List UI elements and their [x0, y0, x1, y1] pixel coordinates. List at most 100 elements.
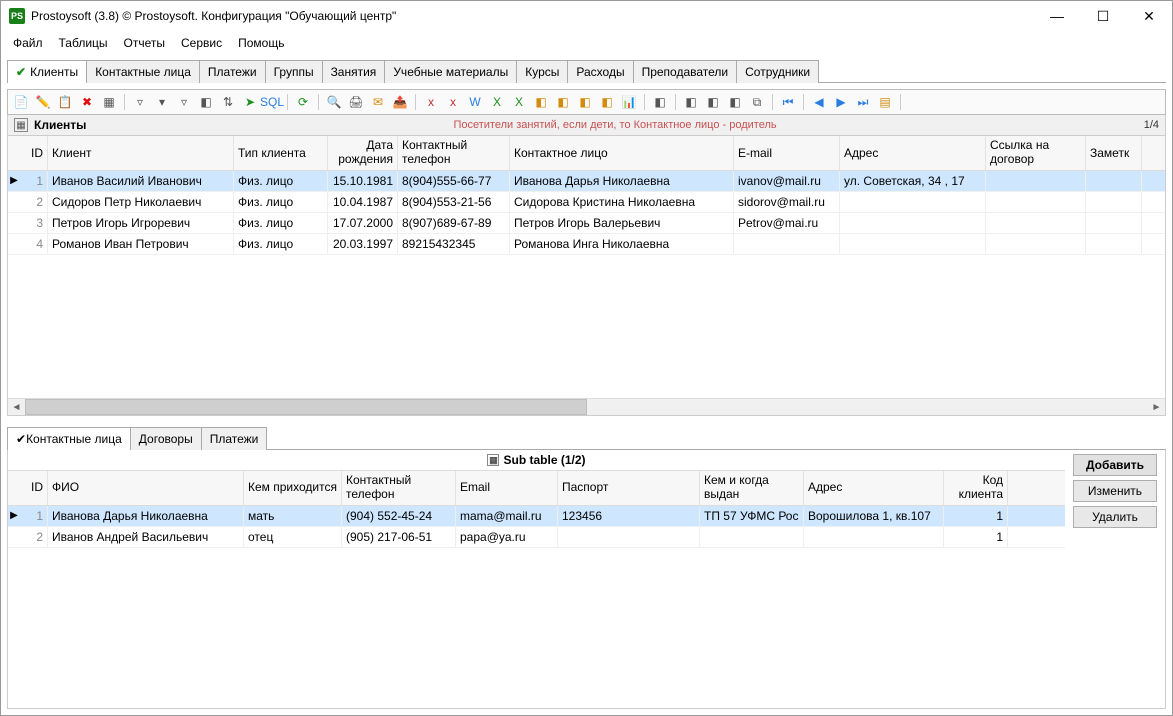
- toolbar-btn-3[interactable]: ✖: [78, 93, 96, 111]
- toolbar-btn-34[interactable]: ▶: [832, 93, 850, 111]
- add-button[interactable]: Добавить: [1073, 454, 1157, 476]
- tab-Учебные материалы[interactable]: Учебные материалы: [384, 60, 517, 83]
- toolbar-btn-7[interactable]: ▿: [175, 93, 193, 111]
- tab-Занятия[interactable]: Занятия: [322, 60, 386, 83]
- toolbar-btn-1[interactable]: ✏️: [34, 93, 52, 111]
- tab-Контактные лица[interactable]: Контактные лица: [86, 60, 200, 83]
- cell: 8(907)689-67-89: [398, 213, 510, 233]
- col-client[interactable]: Клиент: [48, 136, 234, 170]
- toolbar-btn-25[interactable]: ◧: [598, 93, 616, 111]
- col-link[interactable]: Ссылка на договор: [986, 136, 1086, 170]
- toolbar-btn-2[interactable]: 📋: [56, 93, 74, 111]
- menu-1[interactable]: Таблицы: [51, 32, 116, 54]
- clients-grid[interactable]: ID Клиент Тип клиента Дата рождения Конт…: [8, 136, 1165, 398]
- sub-tab-Договоры[interactable]: Договоры: [130, 427, 202, 450]
- toolbar-btn-10[interactable]: ➤: [241, 93, 259, 111]
- cell: Petrov@mai.ru: [734, 213, 840, 233]
- tab-Курсы[interactable]: Курсы: [516, 60, 568, 83]
- table-row[interactable]: ▶1Иванова Дарья Николаевнамать(904) 552-…: [8, 506, 1065, 527]
- close-button[interactable]: ✕: [1126, 1, 1172, 31]
- col-id[interactable]: ID: [20, 136, 48, 170]
- toolbar-btn-24[interactable]: ◧: [576, 93, 594, 111]
- scol-pass[interactable]: Паспорт: [558, 471, 700, 505]
- toolbar-btn-22[interactable]: ◧: [532, 93, 550, 111]
- col-contact[interactable]: Контактное лицо: [510, 136, 734, 170]
- tab-Сотрудники[interactable]: Сотрудники: [736, 60, 819, 83]
- tab-Платежи[interactable]: Платежи: [199, 60, 266, 83]
- toolbar-btn-29[interactable]: ◧: [704, 93, 722, 111]
- toolbar-btn-5[interactable]: ▿: [131, 93, 149, 111]
- toolbar-btn-33[interactable]: ◀: [810, 93, 828, 111]
- col-tel[interactable]: Контактный телефон: [398, 136, 510, 170]
- table-row[interactable]: 2Иванов Андрей Васильевичотец(905) 217-0…: [8, 527, 1065, 548]
- tab-Клиенты[interactable]: ✔Клиенты: [7, 60, 87, 83]
- tab-Группы[interactable]: Группы: [265, 60, 323, 83]
- tab-Расходы[interactable]: Расходы: [567, 60, 633, 83]
- sub-tabs: ✔Контактные лицаДоговорыПлатежи: [7, 426, 1166, 450]
- scroll-right-icon[interactable]: ►: [1148, 399, 1165, 416]
- toolbar-btn-0[interactable]: 📄: [12, 93, 30, 111]
- toolbar-btn-31[interactable]: ⧉: [748, 93, 766, 111]
- toolbar-btn-17[interactable]: x: [422, 93, 440, 111]
- toolbar-btn-13[interactable]: 🔍: [325, 93, 343, 111]
- scol-addr[interactable]: Адрес: [804, 471, 944, 505]
- h-scrollbar[interactable]: ◄ ►: [8, 398, 1165, 415]
- scol-fio[interactable]: ФИО: [48, 471, 244, 505]
- table-row[interactable]: 2Сидоров Петр НиколаевичФиз. лицо10.04.1…: [8, 192, 1165, 213]
- toolbar-btn-11[interactable]: SQL: [263, 93, 281, 111]
- cell: [1086, 213, 1142, 233]
- scroll-thumb[interactable]: [25, 399, 587, 415]
- toolbar-btn-15[interactable]: ✉: [369, 93, 387, 111]
- scol-tel[interactable]: Контактный телефон: [342, 471, 456, 505]
- toolbar-btn-20[interactable]: X: [488, 93, 506, 111]
- col-dob[interactable]: Дата рождения: [328, 136, 398, 170]
- toolbar-btn-16[interactable]: 📤: [391, 93, 409, 111]
- toolbar-btn-35[interactable]: ⏭: [854, 93, 872, 111]
- scol-id[interactable]: ID: [20, 471, 48, 505]
- toolbar-btn-23[interactable]: ◧: [554, 93, 572, 111]
- maximize-button[interactable]: ☐: [1080, 1, 1126, 31]
- cell: ТП 57 УФМС Рос: [700, 506, 804, 526]
- toolbar-btn-12[interactable]: ⟳: [294, 93, 312, 111]
- toolbar-btn-21[interactable]: X: [510, 93, 528, 111]
- toolbar-btn-8[interactable]: ◧: [197, 93, 215, 111]
- toolbar-btn-18[interactable]: x: [444, 93, 462, 111]
- col-type[interactable]: Тип клиента: [234, 136, 328, 170]
- edit-button[interactable]: Изменить: [1073, 480, 1157, 502]
- scol-code[interactable]: Код клиента: [944, 471, 1008, 505]
- col-addr[interactable]: Адрес: [840, 136, 986, 170]
- cell: [986, 213, 1086, 233]
- col-email[interactable]: E-mail: [734, 136, 840, 170]
- table-row[interactable]: 4Романов Иван ПетровичФиз. лицо20.03.199…: [8, 234, 1165, 255]
- scroll-left-icon[interactable]: ◄: [8, 399, 25, 416]
- toolbar-btn-14[interactable]: 🖨: [347, 93, 365, 111]
- cell: papa@ya.ru: [456, 527, 558, 547]
- cell: Иванов Василий Иванович: [48, 171, 234, 191]
- toolbar-btn-30[interactable]: ◧: [726, 93, 744, 111]
- scol-issued[interactable]: Кем и когда выдан: [700, 471, 804, 505]
- delete-button[interactable]: Удалить: [1073, 506, 1157, 528]
- toolbar-btn-32[interactable]: ⏮: [779, 93, 797, 111]
- col-note[interactable]: Заметк: [1086, 136, 1142, 170]
- toolbar-btn-28[interactable]: ◧: [682, 93, 700, 111]
- toolbar-btn-6[interactable]: ▾: [153, 93, 171, 111]
- minimize-button[interactable]: —: [1034, 1, 1080, 31]
- toolbar-btn-4[interactable]: ▦: [100, 93, 118, 111]
- tab-Преподаватели[interactable]: Преподаватели: [633, 60, 738, 83]
- sub-tab-Контактные лица[interactable]: ✔Контактные лица: [7, 427, 131, 450]
- menu-3[interactable]: Сервис: [173, 32, 230, 54]
- menu-4[interactable]: Помощь: [230, 32, 292, 54]
- scol-kem[interactable]: Кем приходится: [244, 471, 342, 505]
- scol-email[interactable]: Email: [456, 471, 558, 505]
- toolbar-btn-27[interactable]: ◧: [651, 93, 669, 111]
- toolbar-btn-9[interactable]: ⇅: [219, 93, 237, 111]
- cell: Иванова Дарья Николаевна: [48, 506, 244, 526]
- toolbar-btn-19[interactable]: W: [466, 93, 484, 111]
- menu-2[interactable]: Отчеты: [116, 32, 173, 54]
- toolbar-btn-36[interactable]: ▤: [876, 93, 894, 111]
- toolbar-btn-26[interactable]: 📊: [620, 93, 638, 111]
- menu-0[interactable]: Файл: [5, 32, 51, 54]
- sub-tab-Платежи[interactable]: Платежи: [201, 427, 268, 450]
- table-row[interactable]: ▶1Иванов Василий ИвановичФиз. лицо15.10.…: [8, 171, 1165, 192]
- table-row[interactable]: 3Петров Игорь ИгроревичФиз. лицо17.07.20…: [8, 213, 1165, 234]
